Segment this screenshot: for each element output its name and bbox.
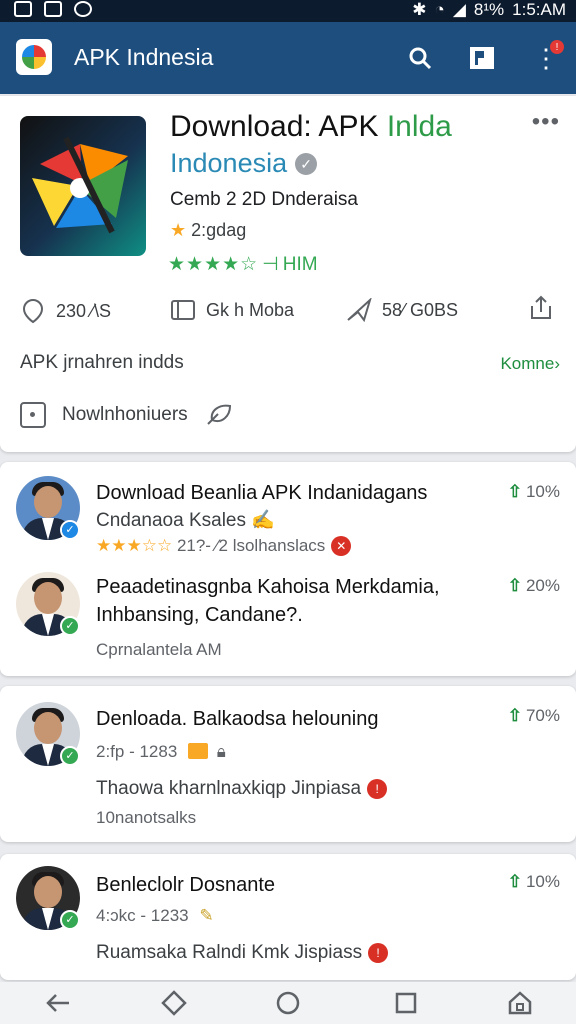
app-actions-row: Nowlnhoniuers (20, 402, 234, 428)
share-icon (531, 295, 551, 319)
stat-downloads: 58⁄ G0BS (346, 298, 458, 322)
post-title[interactable]: Denloada. Balkaodsa helouning (96, 708, 378, 731)
card-more-button[interactable]: ••• (532, 108, 560, 136)
feather-icon[interactable] (204, 402, 234, 428)
trend-indicator: ⇧ 10% (507, 482, 560, 501)
pencil-icon: ✎ (199, 906, 214, 925)
app-bar: APK Indnesia ⋮ ! (0, 22, 576, 94)
circle-home-icon (276, 991, 300, 1015)
signal-icon: ◢ (452, 0, 466, 19)
back-arrow-icon (46, 994, 69, 1012)
status-bar: ✱ ◔ ◢ 8¹% 1:5:AM (0, 0, 576, 22)
app-logo[interactable] (16, 39, 52, 75)
trend-indicator: ⇧ 70% (507, 706, 560, 725)
app-subtitle: Indonesia ✓ (170, 148, 318, 179)
arrow-up-icon: ⇧ (507, 482, 522, 501)
send-icon (347, 298, 372, 322)
back-button[interactable] (42, 988, 74, 1018)
post-meta: ★★★☆☆ 21?- ⁄2 lsolhanslacs ✕ (96, 536, 352, 556)
app-title: Download: APK Inlda (170, 110, 452, 143)
app-notification-icon (74, 1, 92, 17)
stat-size: 230 ⁄\S (20, 298, 111, 324)
notification-badge: ! (550, 40, 564, 54)
verified-badge-icon: ✓ (60, 520, 80, 540)
overflow-menu-button[interactable]: ⋮ ! (526, 38, 566, 78)
developer-name: Cemb 2 2D Dnderaisa (170, 189, 358, 210)
hand-icon: ✍ (251, 510, 275, 531)
arrow-up-icon: ⇧ (507, 706, 522, 725)
gallery-notification-icon (14, 1, 32, 17)
trend-indicator: ⇧ 20% (507, 576, 560, 595)
post-subtitle: Cndanaoa Ksales ✍ (96, 510, 275, 531)
stat-category: Gk h Moba (170, 298, 294, 322)
location-pin-icon (22, 298, 44, 324)
home-button[interactable] (272, 988, 304, 1018)
lock-icon: 🔒︎ (216, 742, 226, 761)
extra-button[interactable] (504, 988, 536, 1018)
bluetooth-icon: ✱ (412, 0, 427, 19)
app-icon (20, 116, 146, 256)
verified-badge-icon: ✓ (60, 910, 80, 930)
trend-indicator: ⇧ 10% (507, 872, 560, 891)
star-icon: ★ (170, 220, 187, 240)
flag-icon (470, 47, 494, 69)
post-meta: 4:ɔkc - 1233 ✎ (96, 906, 214, 925)
flag-button[interactable] (462, 38, 502, 78)
device-icon (20, 402, 46, 428)
post-meta-2: 10nanotsalks (96, 808, 197, 827)
post-title[interactable]: Download Beanlia APK Indanidagans (96, 482, 427, 505)
close-chip-icon[interactable]: ✕ (331, 536, 352, 556)
square-recents-icon (395, 992, 417, 1014)
app-stats-row: 230 ⁄\S Gk h Moba 58⁄ G0BS (20, 294, 560, 328)
folder-icon (188, 743, 209, 759)
downloaders-label[interactable]: Nowlnhoniuers (62, 404, 188, 426)
post-title[interactable]: Benleclolr Dosnante (96, 874, 275, 897)
search-icon (409, 47, 432, 70)
home-diamond-icon (161, 990, 187, 1016)
app-detail-card: Download: APK Inlda Indonesia ✓ ••• Cemb … (0, 96, 576, 452)
apk-logo-icon (22, 45, 46, 69)
verified-icon: ✓ (295, 153, 318, 175)
pin-chip-icon[interactable]: ! (368, 943, 389, 963)
book-icon (171, 300, 195, 320)
battery-level: 8¹% (473, 0, 505, 19)
system-nav-bar (0, 982, 576, 1024)
message-notification-icon (44, 1, 62, 17)
arrow-up-icon: ⇧ (507, 576, 522, 595)
feed-card: ✓ Download Beanlia APK Indanidagans Cnda… (0, 462, 576, 676)
home-lock-icon (508, 991, 532, 1015)
wifi-icon: ◔ (434, 0, 445, 19)
post-title[interactable]: Peaadetinasgnba Kahoisa Merkdamia, (96, 576, 440, 599)
post-subtitle: Thaowa kharnlnaxkiqp Jinpiasa! (96, 778, 388, 800)
rating-line: ★ 2:gdag (170, 220, 247, 240)
verified-badge-icon: ✓ (60, 616, 80, 636)
post-meta: 2:fp - 1283 🔒︎ (96, 742, 226, 761)
search-button[interactable] (400, 38, 440, 78)
app-description: APK jrnahren indds (20, 352, 184, 373)
verified-badge-icon: ✓ (60, 746, 80, 766)
post-subtitle: Ruamsaka Ralndi Kmk Jispiass! (96, 942, 389, 964)
pin-chip-icon[interactable]: ! (367, 779, 388, 799)
app-bar-title: APK Indnesia (74, 44, 214, 70)
home-shortcut-button[interactable] (158, 988, 190, 1018)
feed-card: ✓ Benleclolr Dosnante 4:ɔkc - 1233 ✎ Rua… (0, 854, 576, 980)
recents-button[interactable] (390, 988, 422, 1018)
clock: 1:5:AM (512, 0, 566, 19)
share-button[interactable] (528, 294, 554, 329)
post-meta: Cprnalantela AM (96, 640, 222, 659)
arrow-up-icon: ⇧ (507, 872, 522, 891)
post-title-line2: Inhbansing, Candane?. (96, 604, 303, 626)
feed-card: ✓ Denloada. Balkaodsa helouning 2:fp - 1… (0, 686, 576, 842)
read-more-link[interactable]: Komne› (500, 354, 560, 374)
colorful-star-logo-icon (32, 136, 128, 234)
star-rating: ★★★★☆ ⊣ HIM (168, 254, 318, 275)
